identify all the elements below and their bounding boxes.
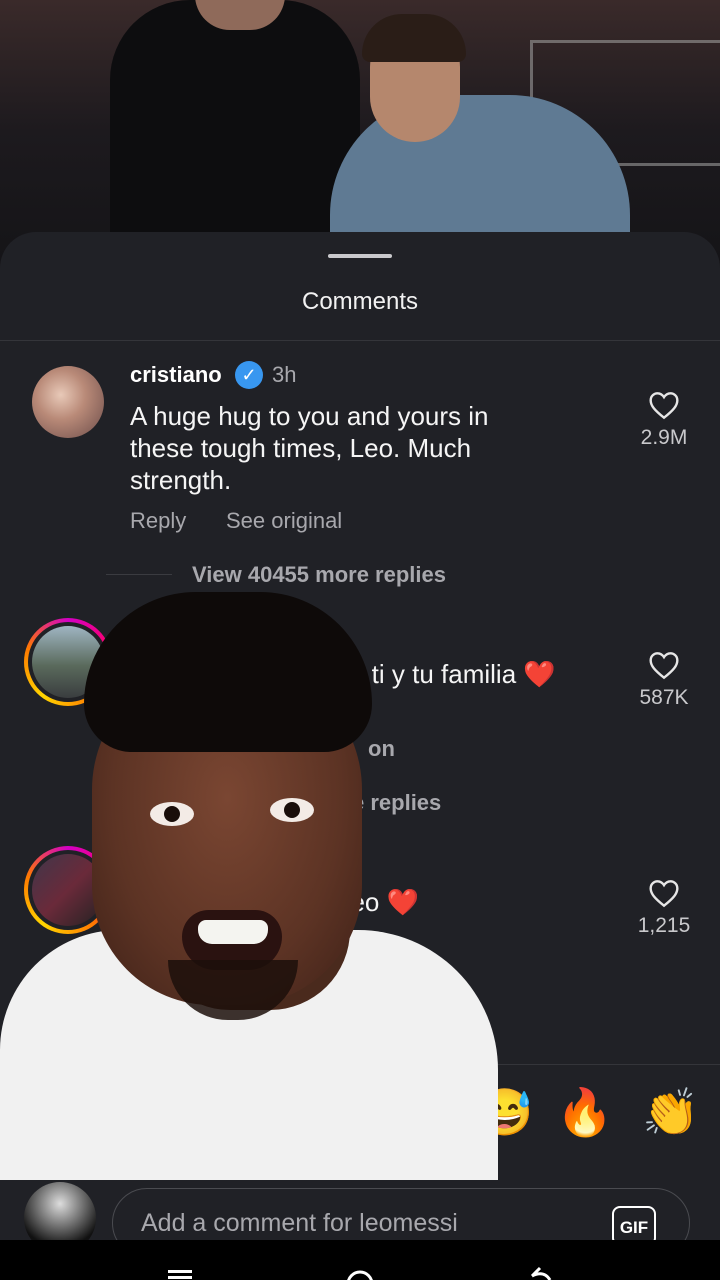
heart-icon — [649, 880, 679, 908]
like-button[interactable]: 2.9M — [624, 390, 704, 450]
comment-line: these tough times, Leo. Much — [130, 433, 472, 463]
like-count: 587K — [639, 686, 689, 709]
home-button[interactable] — [340, 1264, 380, 1280]
avatar[interactable] — [32, 366, 104, 438]
view-replies-button[interactable]: View 40455 more replies — [192, 562, 446, 588]
overlay-eye — [150, 802, 194, 826]
overlay-hair — [84, 592, 372, 752]
system-nav-bar — [0, 1240, 720, 1280]
see-original-button[interactable]: See original — [226, 508, 342, 534]
like-count: 2.9M — [640, 426, 688, 449]
comment-line: strength. — [130, 465, 232, 495]
heart-emoji: ❤️ — [523, 659, 556, 689]
back-button[interactable] — [520, 1264, 560, 1280]
divider — [0, 340, 720, 341]
overlay-teeth — [198, 920, 268, 944]
recent-apps-button[interactable] — [160, 1264, 200, 1280]
emoji-button[interactable]: 🔥 — [556, 1085, 613, 1140]
comment-text: A huge hug to you and yours in these tou… — [130, 400, 489, 496]
comment-line: A huge hug to you and yours in — [130, 401, 489, 431]
person-left — [110, 0, 360, 240]
drag-handle[interactable] — [328, 254, 392, 258]
home-circle-icon — [347, 1270, 373, 1280]
like-count: 1,215 — [637, 914, 691, 937]
sheet-title: Comments — [301, 288, 419, 315]
verified-badge-icon: ✓ — [235, 361, 263, 389]
heart-icon — [649, 392, 679, 420]
heart-icon — [649, 652, 679, 680]
back-arrow-icon — [530, 1266, 552, 1280]
comment-time: 3h — [272, 362, 297, 387]
reaction-video-overlay — [0, 590, 500, 1180]
emoji-button[interactable]: 👏 — [642, 1085, 699, 1140]
menu-icon — [168, 1270, 192, 1279]
like-button[interactable]: 1,215 — [624, 878, 704, 938]
overlay-eye — [270, 798, 314, 822]
person-right-hair — [362, 14, 466, 62]
reply-button[interactable]: Reply — [130, 508, 186, 534]
replies-line — [106, 574, 172, 575]
comment-username[interactable]: cristiano — [130, 362, 222, 388]
like-button[interactable]: 587K — [624, 650, 704, 710]
